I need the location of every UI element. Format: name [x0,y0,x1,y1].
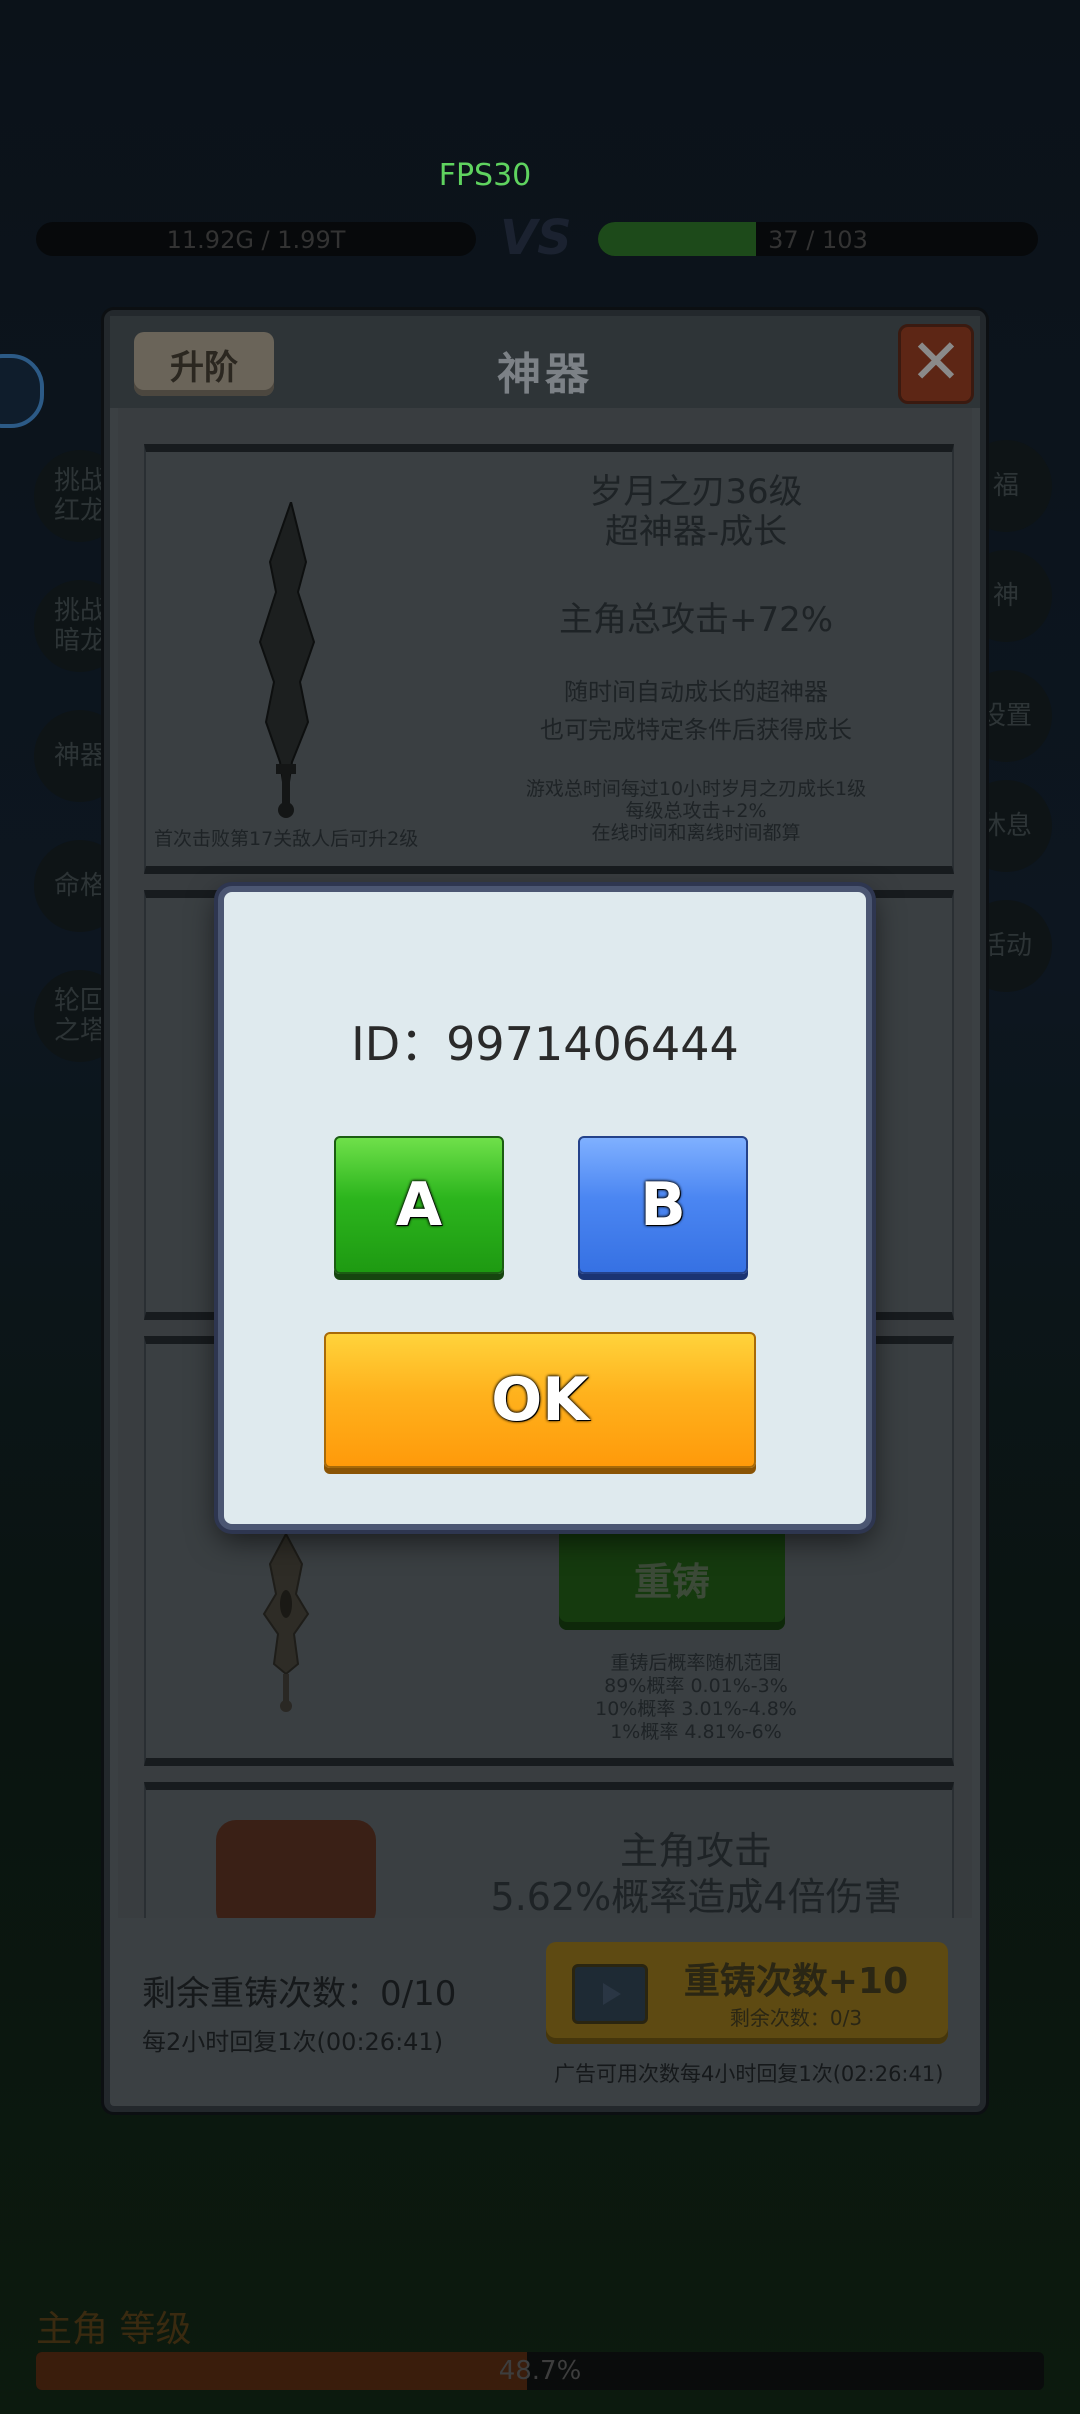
ad-title: 重铸次数+10 [683,1961,909,2002]
artifact-type: 超神器-成长 [604,512,788,552]
artifact-name: 岁月之刃36级 [589,472,803,512]
ad-subtitle: 剩余次数：0/3 [729,2006,863,2030]
vs-label: VS [500,210,572,266]
enemy-hp-text: 37 / 103 [768,226,868,254]
artifact-note-3: 在线时间和离线时间都算 [591,822,801,844]
level-badge [0,354,44,428]
remaining-reforge-count: 剩余重铸次数：0/10 [142,1974,457,2014]
player-hp-bar: 11.92G / 1.99T [36,222,476,256]
artifact-desc-2: 也可完成特定条件后获得成长 [540,716,852,744]
artifact-desc-1: 随时间自动成长的超神器 [564,678,828,706]
artifact-bonus: 主角总攻击+72% [558,600,834,640]
blade-artwork-icon [258,502,316,818]
artifact-card: 岁月之刃36级 超神器-成长 主角总攻击+72% 随时间自动成长的超神器 也可完… [144,444,954,874]
reforge-ad-button[interactable]: 重铸次数+10 剩余次数：0/3 [546,1942,948,2044]
reforge-odds-1: 89%概率 0.01%-3% [604,1675,788,1697]
reforge-odds-3: 1%概率 4.81%-6% [610,1721,782,1743]
ad-note: 广告可用次数每4小时回复1次(02:26:41) [554,2062,944,2086]
hero-level-label: 主角 等级 [36,2309,192,2350]
close-icon[interactable]: ✕ [898,324,974,404]
armor-artwork-icon [216,1820,376,1918]
artifact-footnote: 首次击败第17关敌人后可升2级 [154,828,419,850]
hero-progress-bar: 48.7% [36,2352,1044,2390]
reforge-odds-2: 10%概率 3.01%-4.8% [595,1698,797,1720]
ok-button[interactable]: OK [324,1332,756,1468]
recover-timer: 每2小时回复1次(00:26:41) [142,2028,444,2056]
b-button[interactable]: B [578,1136,748,1274]
video-play-icon [572,1964,648,2024]
player-hp-text: 11.92G / 1.99T [166,226,346,254]
artifact-4-line-2: 5.62%概率造成4倍伤害 [490,1875,902,1918]
artifact-card: 主角攻击 5.62%概率造成4倍伤害 [144,1782,954,1918]
reforge-odds-title: 重铸后概率随机范围 [610,1652,782,1674]
id-dialog: ID：9971406444 A B OK [218,886,872,1530]
fps-counter: FPS30 [438,158,532,193]
reforge-button[interactable]: 重铸 [559,1526,785,1630]
ornate-sword-icon [262,1534,310,1712]
user-id-text: ID：9971406444 [351,1017,739,1071]
hero-progress-text: 48.7% [498,2356,582,2386]
panel-title: 神器 [497,349,593,400]
enemy-hp-bar: 37 / 103 [598,222,1038,256]
a-button[interactable]: A [334,1136,504,1274]
